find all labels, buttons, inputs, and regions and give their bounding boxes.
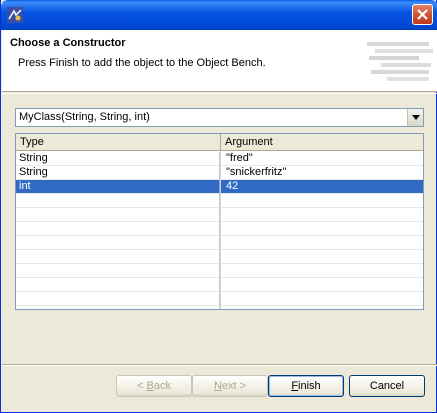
banner-graphic: [367, 42, 433, 81]
empty-cell[interactable]: [16, 208, 220, 222]
empty-cell[interactable]: [221, 236, 423, 250]
empty-cell[interactable]: [16, 292, 220, 306]
empty-cell[interactable]: [221, 278, 423, 292]
arguments-table[interactable]: Type Argument String "fred" String "snicker…: [15, 133, 424, 310]
empty-cell[interactable]: [221, 222, 423, 236]
empty-cell[interactable]: [221, 250, 423, 264]
argument-cell[interactable]: "snickerfritz": [221, 166, 423, 180]
empty-cell[interactable]: [16, 278, 220, 292]
next-button[interactable]: Next >: [192, 375, 268, 397]
chevron-down-icon: [412, 115, 420, 120]
empty-cell[interactable]: [16, 250, 220, 264]
back-button-prefix: <: [137, 380, 147, 392]
type-cell[interactable]: String: [16, 166, 220, 180]
cancel-button[interactable]: Cancel: [349, 375, 425, 397]
empty-cell[interactable]: [221, 208, 423, 222]
header-divider: [2, 93, 437, 94]
back-button-label: ack: [153, 380, 171, 392]
back-button[interactable]: < Back: [116, 375, 192, 397]
type-cell[interactable]: String: [16, 152, 220, 166]
empty-cell[interactable]: [221, 306, 423, 309]
footer-divider: [2, 364, 437, 366]
empty-cell[interactable]: [16, 264, 220, 278]
column-header-argument[interactable]: Argument: [221, 134, 423, 151]
constructor-select[interactable]: MyClass(String, String, int): [15, 108, 424, 127]
constructor-select-value: MyClass(String, String, int): [19, 111, 150, 123]
argument-cell[interactable]: 42: [221, 180, 423, 194]
empty-cell[interactable]: [221, 194, 423, 208]
argument-cell[interactable]: "fred": [221, 152, 423, 166]
finish-button[interactable]: Finish: [268, 375, 344, 397]
page-message: Press Finish to add the object to the Ob…: [18, 57, 266, 69]
dropdown-button[interactable]: [407, 109, 423, 126]
app-icon: [7, 7, 23, 23]
page-title: Choose a Constructor: [10, 37, 126, 49]
next-button-mnemonic: N: [213, 380, 222, 392]
finish-button-label: inish: [298, 380, 321, 392]
back-button-mnemonic: B: [146, 380, 154, 392]
dialog-window: Choose a Constructor Press Finish to add…: [0, 0, 437, 413]
wizard-header: Choose a Constructor Press Finish to add…: [2, 30, 437, 92]
empty-cell[interactable]: [16, 236, 220, 250]
empty-cell[interactable]: [221, 292, 423, 306]
column-divider: [220, 151, 221, 309]
type-cell[interactable]: int: [16, 180, 220, 194]
title-bar[interactable]: [1, 0, 437, 30]
empty-cell[interactable]: [221, 264, 423, 278]
next-button-label: ext >: [221, 380, 247, 392]
empty-cell[interactable]: [16, 306, 220, 309]
close-button[interactable]: [412, 4, 433, 25]
empty-cell[interactable]: [16, 194, 220, 208]
table-header: Type Argument: [16, 134, 423, 151]
empty-cell[interactable]: [16, 222, 220, 236]
column-header-type[interactable]: Type: [16, 134, 221, 151]
close-icon: [417, 9, 428, 20]
